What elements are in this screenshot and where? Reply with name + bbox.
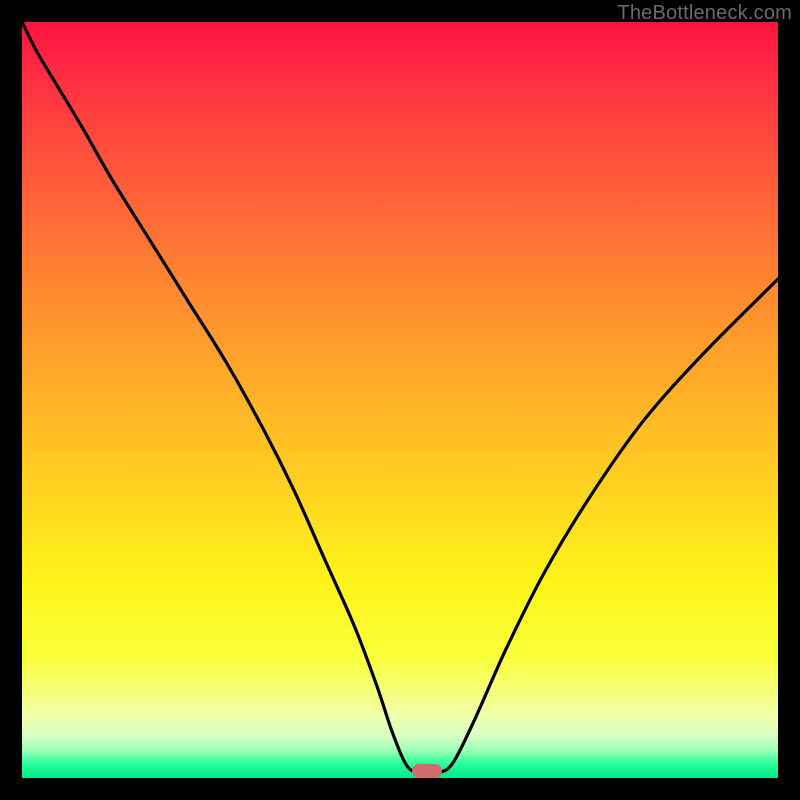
bottleneck-curve — [22, 22, 778, 778]
curve-path — [22, 22, 778, 774]
chart-frame: TheBottleneck.com — [0, 0, 800, 800]
plot-area — [22, 22, 778, 778]
optimal-marker — [412, 764, 442, 778]
